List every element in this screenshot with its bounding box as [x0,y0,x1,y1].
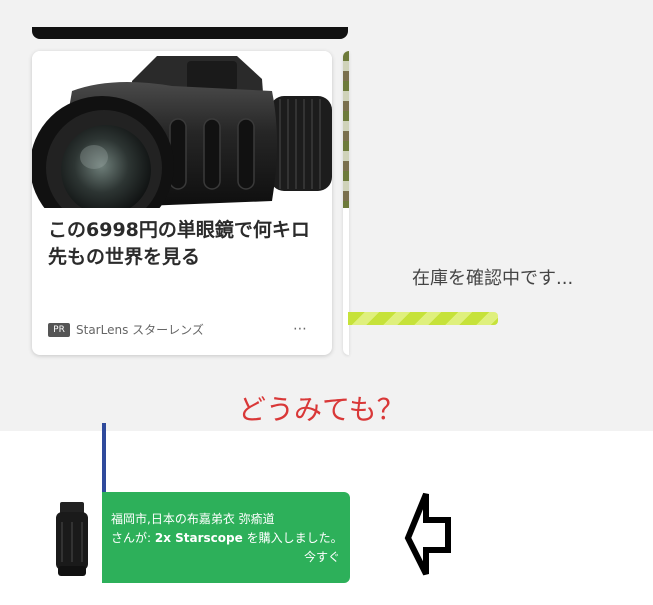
purchase-suffix: を購入しました。 [242,531,343,545]
monocular-thumb-icon [56,502,88,576]
hand-drawn-arrow-icon [404,492,451,576]
purchase-text: さんが: 2x Starscope を購入しました。 [111,529,343,546]
next-card-image [343,51,349,208]
pr-badge: PR [48,323,70,337]
lower-panel [0,431,44,605]
more-options-icon[interactable]: ⋯ [293,321,307,337]
ad-footer: PR StarLens スターレンズ ⋯ [48,321,316,341]
notification-thumbnail [44,492,102,583]
sponsored-ad-card[interactable]: この6998円の単眼鏡で何キロ先もの世界を見る PR StarLens スターレ… [32,51,332,355]
monocular-image[interactable] [32,51,332,236]
sponsor-name[interactable]: StarLens スターレンズ [76,323,204,337]
product-name: 2x Starscope [154,531,243,545]
stock-progress-bar [348,312,498,325]
purchase-prefix: さんが: [111,531,155,545]
buyer-location: 福岡市,日本の布嘉弟衣 弥瘉道 [111,512,275,526]
next-ad-card[interactable] [343,51,349,355]
annotation-comment: どうみても？ [238,393,405,426]
notification-time: 今すぐ [303,550,340,564]
ad-headline[interactable]: この6998円の単眼鏡で何キロ先もの世界を見る [48,217,320,271]
monocular-icon [32,56,332,236]
previous-card-edge [32,27,348,39]
notification-body[interactable]: 福岡市,日本の布嘉弟衣 弥瘉道 さんが: 2x Starscope を購入しまし… [102,492,350,583]
purchase-notification[interactable]: 福岡市,日本の布嘉弟衣 弥瘉道 さんが: 2x Starscope を購入しまし… [44,492,350,583]
stock-check-text: 在庫を確認中です... [412,268,574,289]
